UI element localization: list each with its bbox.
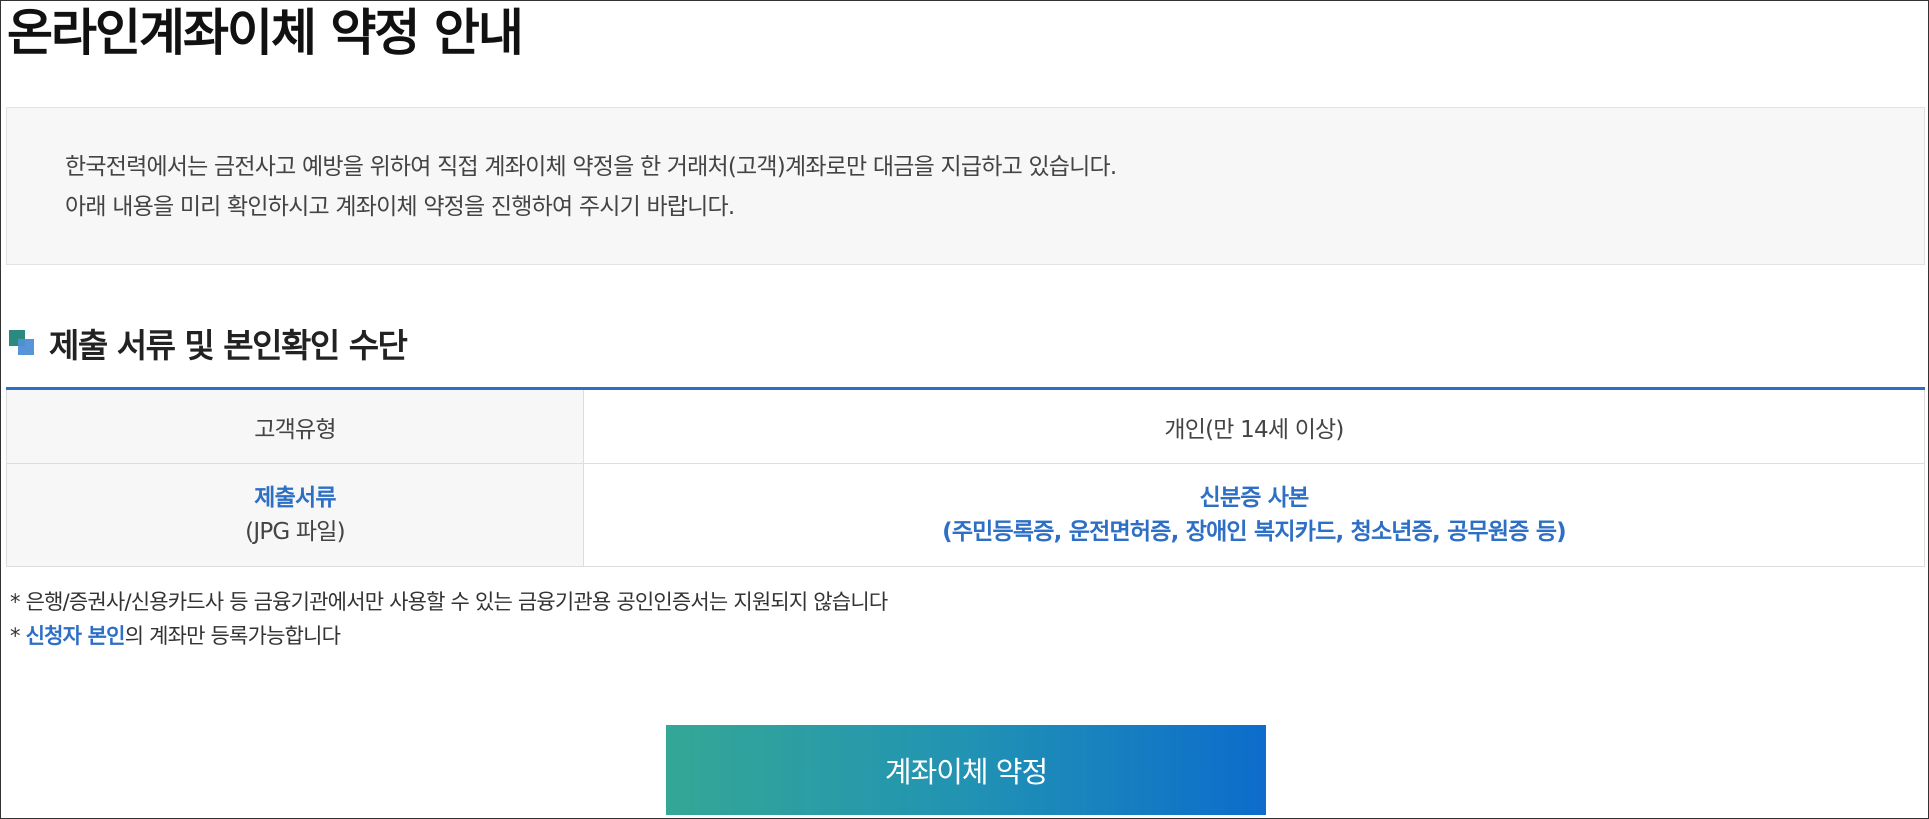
note-applicant-suffix: 의 계좌만 등록가능합니다 [124, 624, 341, 648]
documents-label-text: 제출서류 [254, 485, 336, 511]
table-row: 고객유형 개인(만 14세 이상) [6, 388, 1925, 464]
page-title: 온라인계좌이체 약정 안내 [7, 4, 524, 62]
notes: * 은행/증권사/신용카드사 등 금융기관에서만 사용할 수 있는 금융기관용 … [10, 585, 888, 653]
customer-type-label: 고객유형 [6, 388, 584, 464]
section-heading: 제출 서류 및 본인확인 수단 [9, 323, 408, 365]
note-applicant-highlight: 신청자 본인 [25, 624, 126, 648]
section-title: 제출 서류 및 본인확인 수단 [49, 326, 408, 365]
stacked-squares-icon [9, 330, 35, 356]
notice-line-2: 아래 내용을 미리 확인하시고 계좌이체 약정을 진행하여 주시기 바랍니다. [65, 194, 735, 220]
documents-value-sub: (주민등록증, 운전면허증, 장애인 복지카드, 청소년증, 공무원증 등) [942, 519, 1567, 545]
note-certificate: * 은행/증권사/신용카드사 등 금융기관에서만 사용할 수 있는 금융기관용 … [10, 590, 888, 614]
documents-value: 신분증 사본 (주민등록증, 운전면허증, 장애인 복지카드, 청소년증, 공무… [583, 463, 1925, 567]
documents-table: 고객유형 개인(만 14세 이상) 제출서류 (JPG 파일) 신분증 사본 (… [6, 387, 1925, 567]
account-transfer-agreement-button[interactable]: 계좌이체 약정 [666, 725, 1266, 815]
notice-box: 한국전력에서는 금전사고 예방을 위하여 직접 계좌이체 약정을 한 거래처(고… [6, 107, 1925, 265]
note-applicant: * 신청자 본인의 계좌만 등록가능합니다 [10, 619, 887, 653]
page-frame: 온라인계좌이체 약정 안내 한국전력에서는 금전사고 예방을 위하여 직접 계좌… [0, 0, 1929, 819]
customer-type-label-text: 고객유형 [254, 416, 336, 443]
documents-label-sub: (JPG 파일) [245, 519, 345, 545]
documents-value-text: 신분증 사본 [1199, 485, 1309, 511]
notice-line-1: 한국전력에서는 금전사고 예방을 위하여 직접 계좌이체 약정을 한 거래처(고… [65, 154, 1117, 180]
documents-label: 제출서류 (JPG 파일) [6, 463, 584, 567]
customer-type-value-text: 개인(만 14세 이상) [1164, 416, 1344, 443]
note-applicant-prefix: * [10, 624, 26, 648]
customer-type-value: 개인(만 14세 이상) [583, 388, 1925, 464]
table-row: 제출서류 (JPG 파일) 신분증 사본 (주민등록증, 운전면허증, 장애인 … [6, 463, 1925, 567]
